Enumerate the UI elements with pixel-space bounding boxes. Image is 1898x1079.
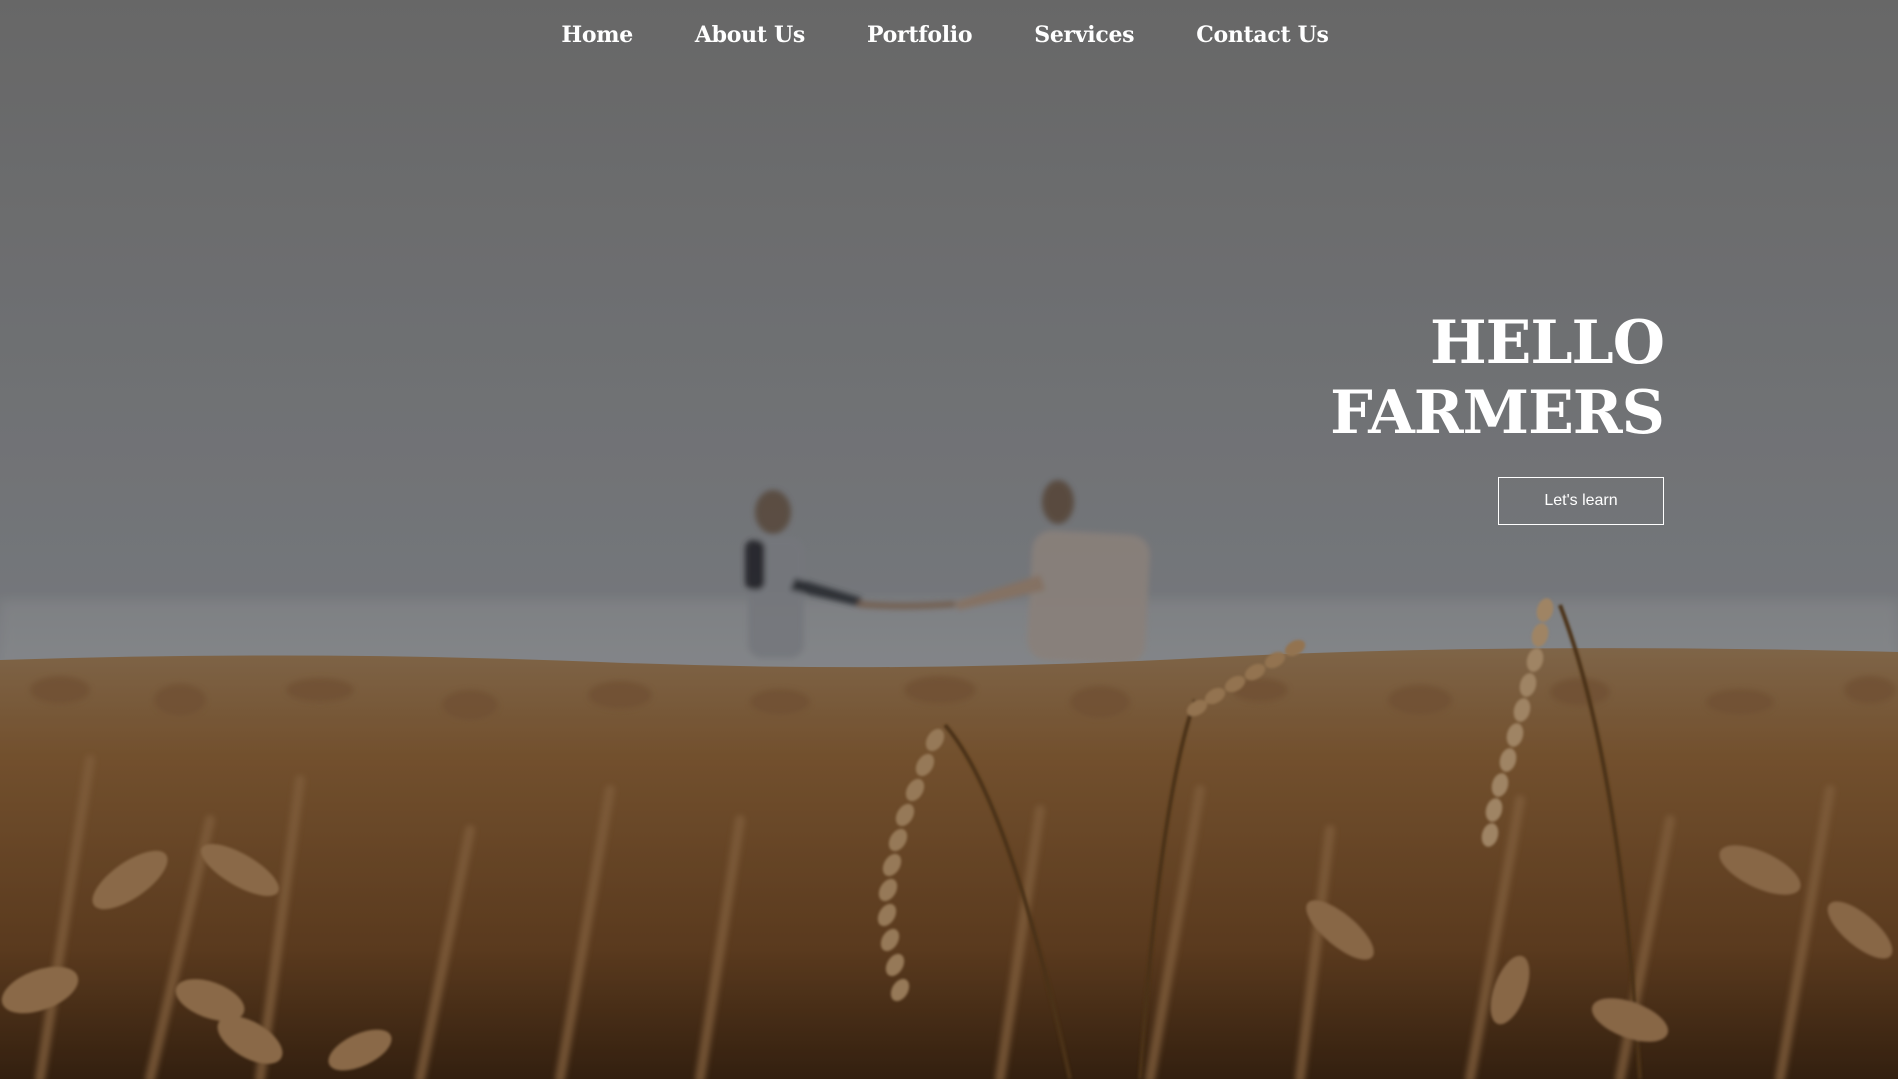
nav-list: Home About Us Portfolio Services Contact…	[530, 22, 1359, 48]
nav-item-portfolio[interactable]: Portfolio	[836, 22, 1003, 48]
hero-title-line-2: FARMERS	[1330, 378, 1665, 448]
hero-dark-overlay	[0, 0, 1898, 1079]
hero-title-line-1: HELLO	[1429, 308, 1665, 378]
nav-item-home[interactable]: Home	[530, 22, 664, 48]
hero-heading: HELLO FARMERS	[1330, 308, 1665, 448]
nav-item-contact-us[interactable]: Contact Us	[1165, 22, 1359, 48]
lets-learn-button[interactable]: Let's learn	[1498, 477, 1664, 525]
top-navigation: Home About Us Portfolio Services Contact…	[0, 22, 1898, 48]
hero-section: Home About Us Portfolio Services Contact…	[0, 0, 1898, 1079]
nav-item-services[interactable]: Services	[1003, 22, 1165, 48]
nav-item-about-us[interactable]: About Us	[664, 22, 836, 48]
